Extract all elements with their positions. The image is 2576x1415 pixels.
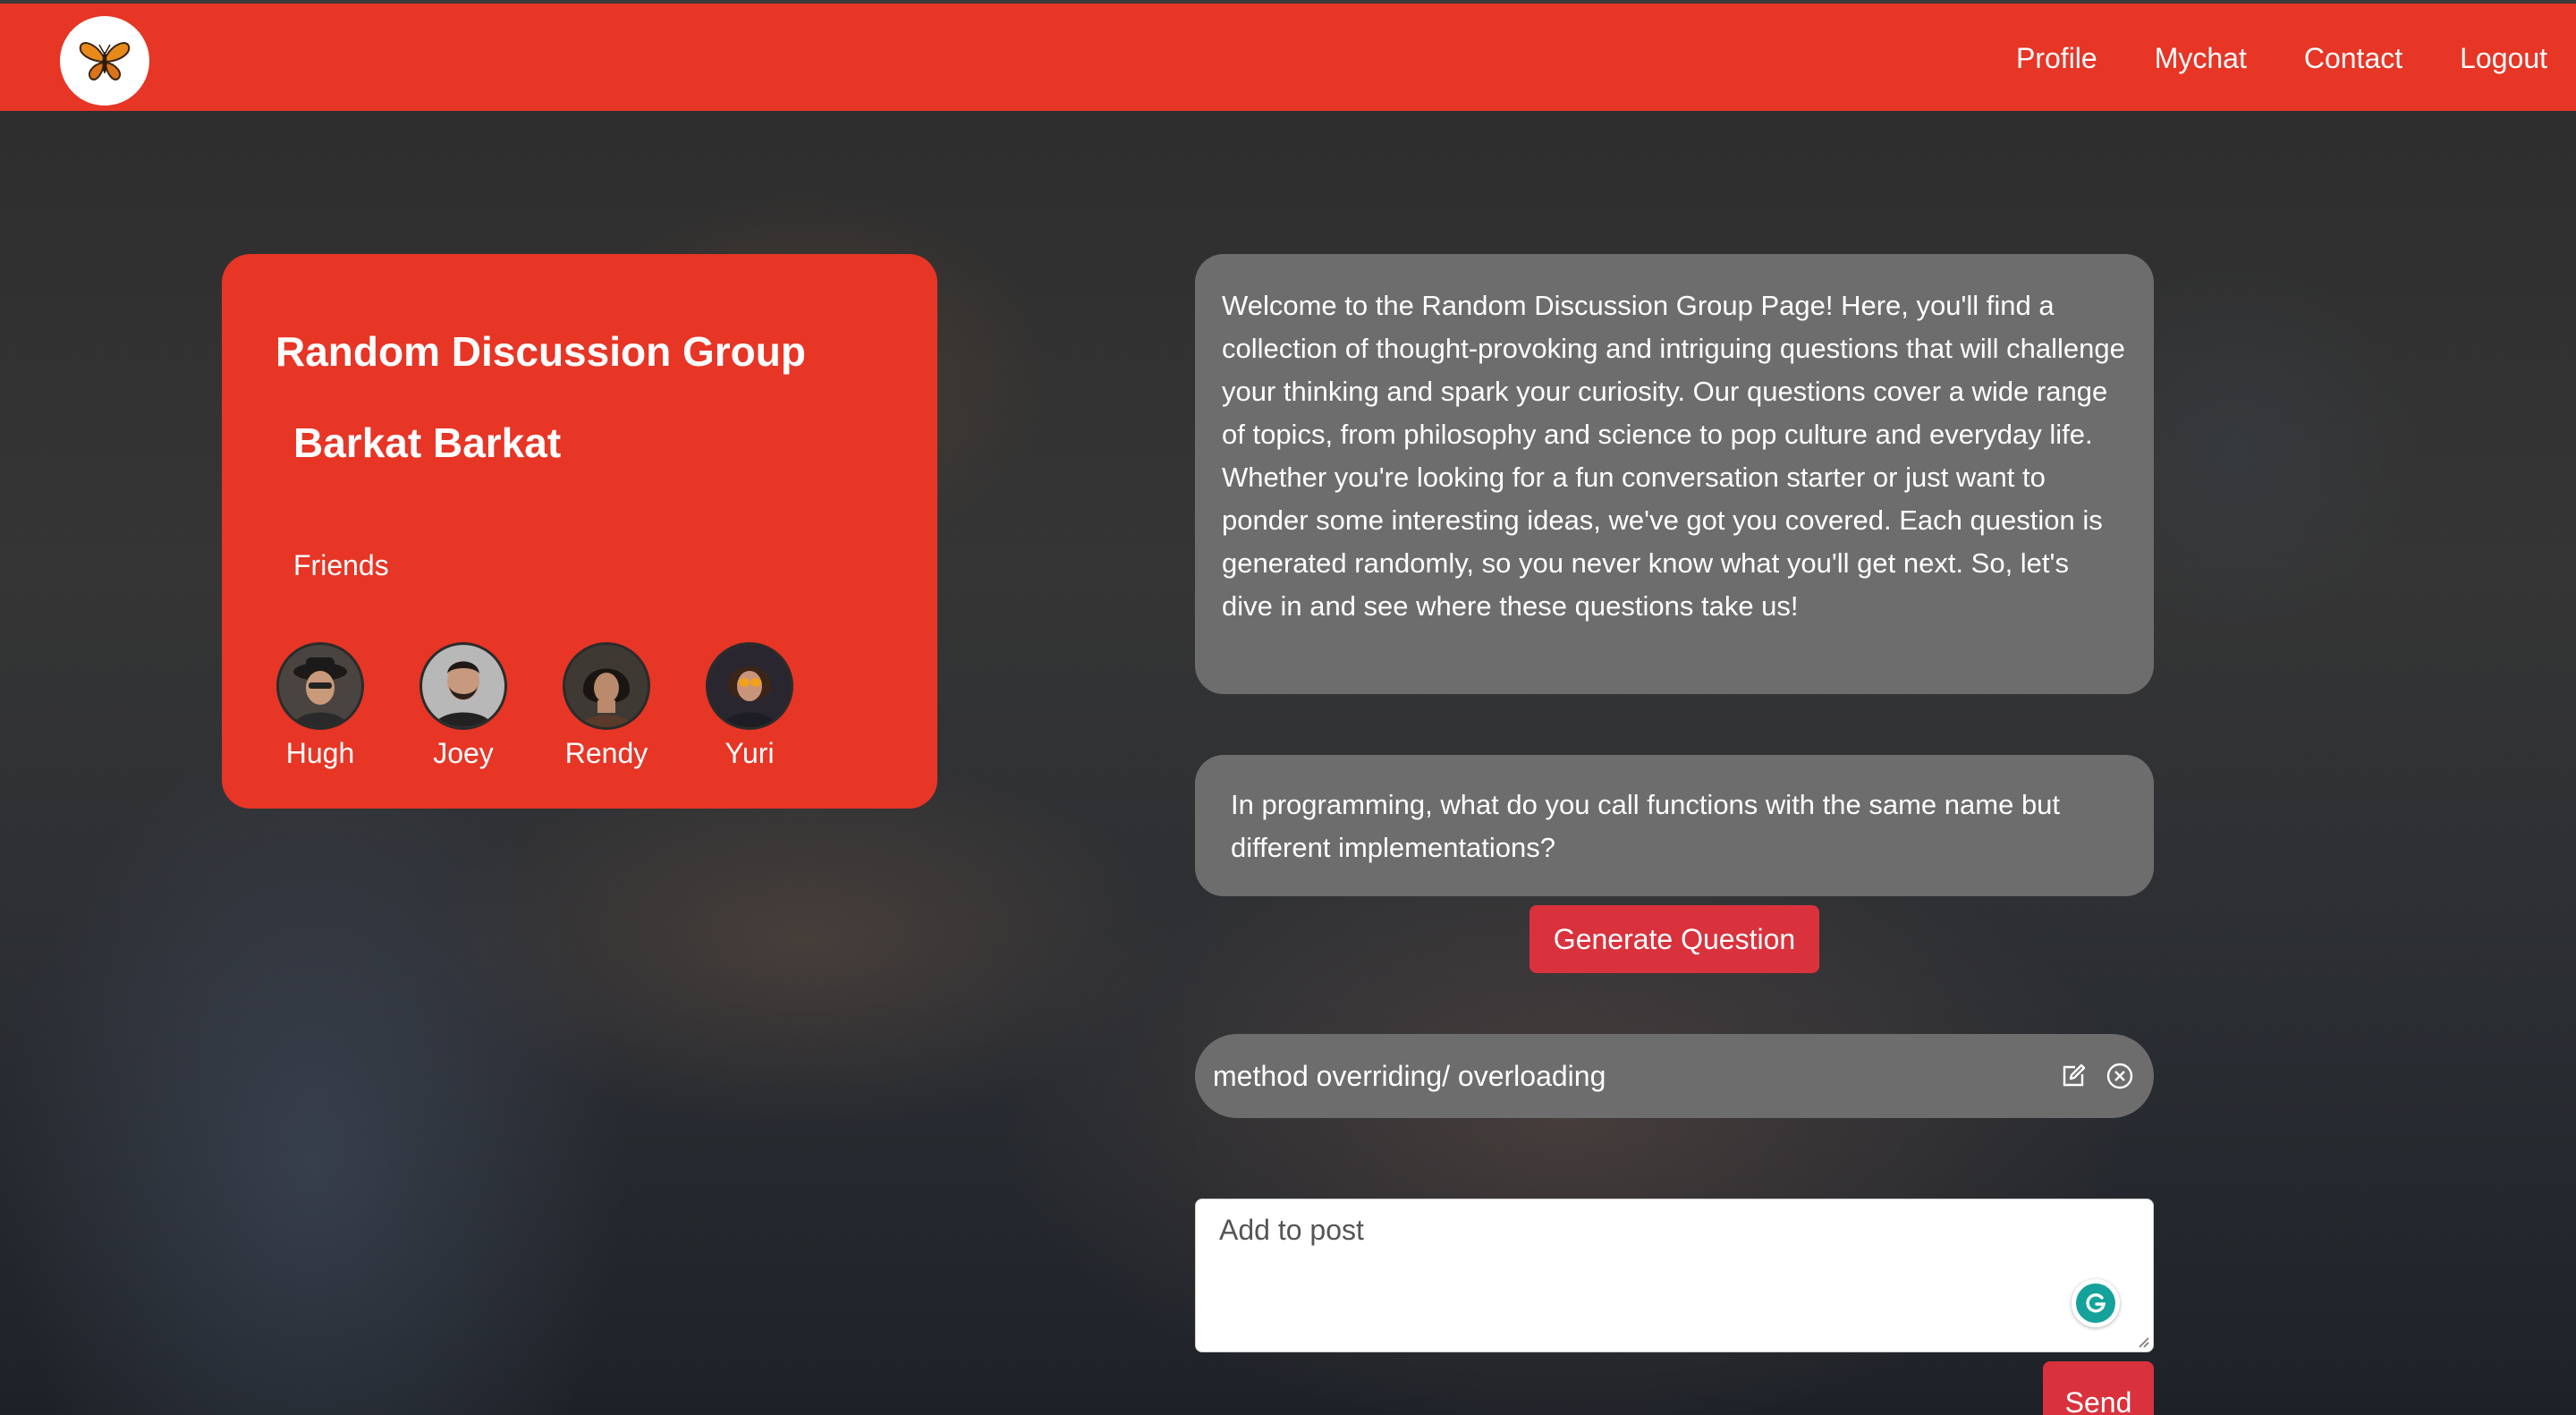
friend-hugh[interactable]: Hugh [275,642,365,770]
avatar [563,642,650,730]
nav-contact-link[interactable]: Contact [2304,38,2402,79]
friend-name: Yuri [724,737,775,769]
question-message: In programming, what do you call functio… [1195,755,2154,896]
friend-name: Rendy [564,737,648,769]
add-to-post-input[interactable] [1195,1199,2154,1352]
avatar [276,642,364,730]
friends-list: Hugh Joey Rendy Yuri [275,642,794,770]
intro-message: Welcome to the Random Discussion Group P… [1195,254,2154,694]
group-card: Random Discussion Group Barkat Barkat Fr… [222,254,937,809]
edit-icon[interactable] [2057,1060,2089,1092]
generate-question-button[interactable]: Generate Question [1530,905,1819,973]
nav-logout-link[interactable]: Logout [2460,38,2547,79]
close-circle-icon[interactable] [2104,1060,2136,1092]
send-button[interactable]: Send [2043,1361,2154,1415]
friend-joey[interactable]: Joey [419,642,508,770]
resize-handle-icon[interactable] [2136,1335,2150,1349]
grammarly-g-icon [2076,1284,2115,1323]
nav-mychat-link[interactable]: Mychat [2155,38,2247,79]
friend-name: Joey [433,737,494,769]
user-name: Barkat Barkat [293,419,562,466]
nav-profile-link[interactable]: Profile [2016,38,2097,79]
avatar [706,642,793,730]
answer-post: method overriding/ overloading [1195,1034,2154,1118]
friend-name: Hugh [285,737,355,769]
grammarly-icon[interactable] [2072,1279,2120,1327]
answer-text: method overriding/ overloading [1213,1059,1606,1092]
friends-label: Friends [293,549,389,581]
friend-rendy[interactable]: Rendy [562,642,651,770]
nav-links: Profile Mychat Contact Logout [2016,38,2547,79]
friend-yuri[interactable]: Yuri [705,642,794,770]
navbar: Profile Mychat Contact Logout [0,0,2576,111]
butterfly-logo-icon[interactable] [60,16,149,106]
avatar [419,642,507,730]
group-title: Random Discussion Group [275,328,806,375]
